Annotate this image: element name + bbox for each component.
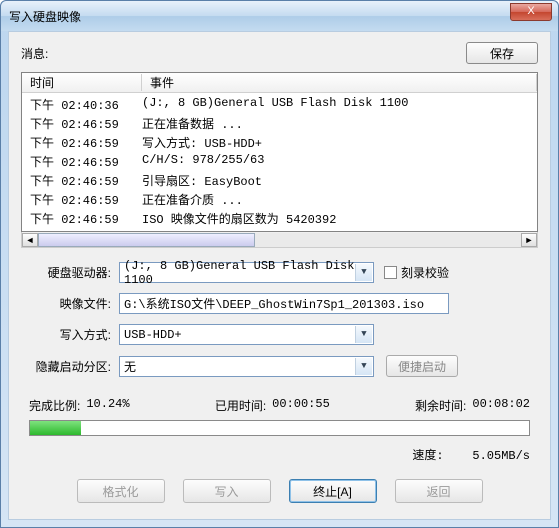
log-area: 时间 事件 下午 02:40:36(J:, 8 GB)General USB F… [21,72,538,248]
return-button[interactable]: 返回 [395,479,483,503]
log-event: ISO 映像文件的扇区数为 5420392 [142,210,529,227]
speed-row: 速度: 5.05MB/s [29,436,530,471]
log-time: 下午 02:46:59 [30,172,142,189]
elapsed-value: 00:00:55 [272,397,330,414]
close-icon: X [527,5,534,17]
log-row[interactable]: 下午 02:46:59C/H/S: 978/255/63 [22,152,537,171]
quickboot-button[interactable]: 便捷启动 [386,355,458,377]
row-drive: 硬盘驱动器: (J:, 8 GB)General USB Flash Disk … [29,262,530,283]
verify-checkbox[interactable]: 刻录校验 [384,264,449,281]
drive-dropdown[interactable]: (J:, 8 GB)General USB Flash Disk 1100 ▼ [119,262,374,283]
message-label: 消息: [21,45,466,62]
verify-label: 刻录校验 [401,264,449,281]
row-method: 写入方式: USB-HDD+ ▼ [29,324,530,345]
method-label: 写入方式: [29,326,119,343]
percent-value: 10.24% [86,397,129,414]
log-row[interactable]: 下午 02:46:59引导扇区: EasyBoot [22,171,537,190]
row-image: 映像文件: G:\系统ISO文件\DEEP_GhostWin7Sp1_20130… [29,293,530,314]
speed-value: 5.05MB/s [472,449,530,463]
scroll-track[interactable] [38,233,521,247]
log-event: 引导扇区: EasyBoot [142,172,529,189]
row-hide: 隐藏启动分区: 无 ▼ 便捷启动 [29,355,530,377]
log-row[interactable]: 下午 02:40:36(J:, 8 GB)General USB Flash D… [22,95,537,114]
client-area: 消息: 保存 时间 事件 下午 02:40:36(J:, 8 GB)Genera… [8,31,551,520]
log-event: 正在准备介质 ... [142,191,529,208]
elapsed-label: 已用时间: [215,397,266,414]
progressbar [29,420,530,436]
scroll-left-icon[interactable]: ◄ [22,233,38,247]
write-button[interactable]: 写入 [183,479,271,503]
method-value: USB-HDD+ [124,328,182,342]
log-header-time[interactable]: 时间 [22,74,142,91]
log-event: 写入方式: USB-HDD+ [142,134,529,151]
log-row[interactable]: 下午 02:46:59写入方式: USB-HDD+ [22,133,537,152]
log-list[interactable]: 时间 事件 下午 02:40:36(J:, 8 GB)General USB F… [21,72,538,232]
progress-fill [30,421,81,435]
log-row[interactable]: 下午 02:46:59ISO 映像文件的扇区数为 5420392 [22,209,537,228]
log-event: (J:, 8 GB)General USB Flash Disk 1100 [142,96,529,113]
format-button[interactable]: 格式化 [77,479,165,503]
log-time: 下午 02:46:59 [30,191,142,208]
log-row[interactable]: 下午 02:46:59正在准备介质 ... [22,190,537,209]
chevron-down-icon: ▼ [355,358,372,375]
image-label: 映像文件: [29,295,119,312]
remain-label: 剩余时间: [415,397,466,414]
log-header-event[interactable]: 事件 [142,74,537,91]
window-title: 写入硬盘映像 [9,8,81,25]
form-area: 硬盘驱动器: (J:, 8 GB)General USB Flash Disk … [9,248,550,393]
image-field[interactable]: G:\系统ISO文件\DEEP_GhostWin7Sp1_201303.iso [119,293,449,314]
hide-value: 无 [124,358,136,375]
drive-value: (J:, 8 GB)General USB Flash Disk 1100 [124,259,369,287]
log-time: 下午 02:46:59 [30,210,142,227]
scroll-right-icon[interactable]: ► [521,233,537,247]
log-time: 下午 02:46:59 [30,115,142,132]
log-row[interactable]: 下午 02:46:59正在准备数据 ... [22,114,537,133]
button-row: 格式化 写入 终止[A] 返回 [9,471,550,519]
progress-area: 完成比例: 10.24% 已用时间: 00:00:55 剩余时间: 00:08:… [9,397,550,471]
method-dropdown[interactable]: USB-HDD+ ▼ [119,324,374,345]
hscrollbar[interactable]: ◄ ► [21,232,538,248]
log-header: 时间 事件 [22,73,537,93]
log-event: C/H/S: 978/255/63 [142,153,529,170]
speed-label: 速度: [412,449,443,463]
hide-label: 隐藏启动分区: [29,358,119,375]
stats-row: 完成比例: 10.24% 已用时间: 00:00:55 剩余时间: 00:08:… [29,397,530,414]
log-time: 下午 02:46:59 [30,134,142,151]
log-time: 下午 02:46:59 [30,153,142,170]
image-value: G:\系统ISO文件\DEEP_GhostWin7Sp1_201303.iso [124,295,424,312]
checkbox-icon [384,266,397,279]
percent-label: 完成比例: [29,397,80,414]
log-event: 正在准备数据 ... [142,115,529,132]
scroll-thumb[interactable] [38,233,255,247]
log-rows: 下午 02:40:36(J:, 8 GB)General USB Flash D… [22,93,537,232]
remain-value: 00:08:02 [472,397,530,414]
log-time: 下午 02:40:36 [30,96,142,113]
window: 写入硬盘映像 X 消息: 保存 时间 事件 下午 02:40:36(J:, 8 … [0,0,559,528]
hide-dropdown[interactable]: 无 ▼ [119,356,374,377]
close-button[interactable]: X [510,3,552,21]
titlebar: 写入硬盘映像 X [1,1,558,31]
abort-button[interactable]: 终止[A] [289,479,377,503]
chevron-down-icon: ▼ [355,264,372,281]
save-button[interactable]: 保存 [466,42,538,64]
drive-label: 硬盘驱动器: [29,264,119,281]
chevron-down-icon: ▼ [355,326,372,343]
message-row: 消息: 保存 [9,32,550,68]
